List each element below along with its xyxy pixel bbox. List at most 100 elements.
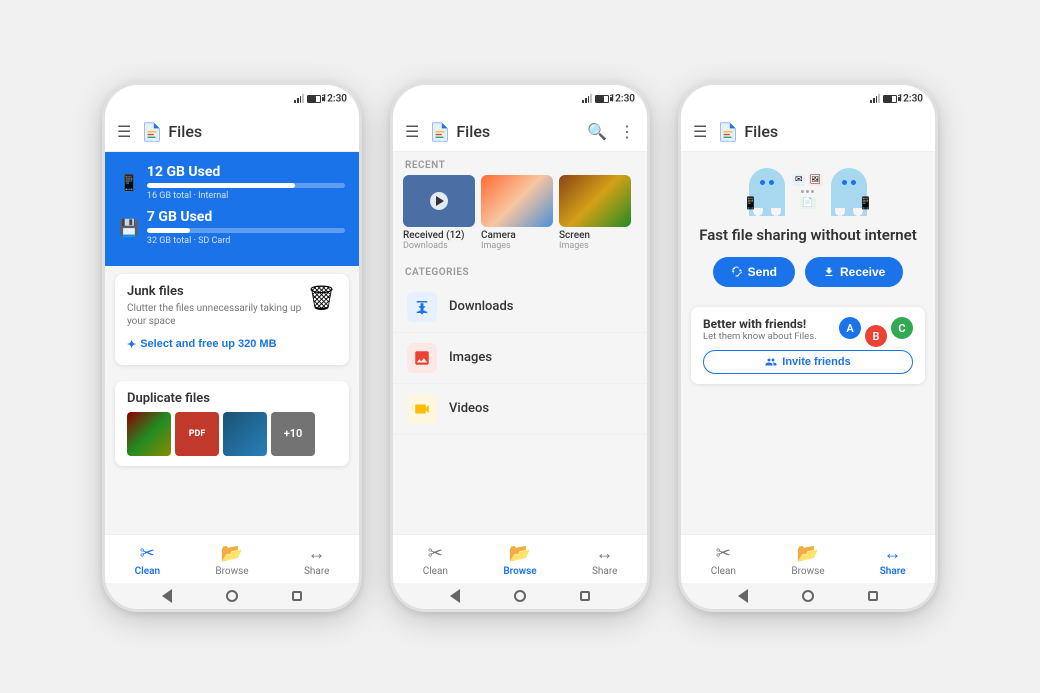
- time-1: 12:30: [321, 93, 347, 104]
- files-logo-1: [141, 121, 163, 143]
- recent-screen[interactable]: Screen Images: [559, 175, 631, 251]
- invite-label: Invite friends: [782, 356, 850, 368]
- floating-icons-2: 📄: [800, 197, 815, 209]
- share-title: Fast file sharing without internet: [699, 226, 917, 246]
- internal-progress-fill: [147, 183, 296, 188]
- back-button-3[interactable]: [738, 589, 748, 603]
- send-button[interactable]: Send: [713, 257, 795, 287]
- app-header-3: ☰ Files: [681, 113, 935, 152]
- battery-icon-2: [595, 95, 609, 103]
- phone-nav-1: [105, 583, 359, 609]
- share-icon-2: ↔: [596, 543, 614, 564]
- app-title-1: Files: [168, 122, 202, 141]
- back-button-1[interactable]: [162, 589, 172, 603]
- dup-thumb-2: PDF: [175, 412, 219, 456]
- internal-storage-row: 📱 12 GB Used 16 GB total · Internal: [119, 164, 345, 201]
- home-button-2[interactable]: [514, 590, 526, 602]
- nav-browse-3[interactable]: 📂 Browse: [766, 541, 851, 579]
- files-logo-2: [429, 121, 451, 143]
- downloads-label: Downloads: [449, 299, 513, 314]
- status-bar-3: 12:30: [681, 85, 935, 113]
- nav-share-3[interactable]: ↔ Share: [850, 541, 935, 579]
- signal-icon-3: [870, 95, 880, 103]
- search-icon-2[interactable]: 🔍: [587, 122, 607, 141]
- back-button-2[interactable]: [450, 589, 460, 603]
- ghost-eye-left-2: [769, 180, 774, 185]
- dot-3: [811, 190, 814, 193]
- connection-dots: [801, 190, 814, 193]
- hamburger-icon-1[interactable]: ☰: [117, 122, 131, 141]
- internal-progress-bar: [147, 183, 345, 188]
- internal-total-label: 16 GB total · Internal: [147, 191, 345, 201]
- dup-thumb-1: [127, 412, 171, 456]
- friends-text: Better with friends! Let them know about…: [703, 317, 817, 342]
- ghost-eye-left-1: [760, 180, 765, 185]
- phone-nav-3: [681, 583, 935, 609]
- avatar-3: C: [891, 317, 913, 339]
- sd-storage-info: 7 GB Used 32 GB total · SD Card: [147, 209, 345, 246]
- send-label: Send: [748, 265, 777, 279]
- friends-desc: Let them know about Files.: [703, 331, 817, 342]
- screen-sub: Images: [559, 241, 631, 251]
- sd-used-label: 7 GB Used: [147, 209, 345, 225]
- app-header-2: ☰ Files 🔍 ⋮: [393, 113, 647, 152]
- nav-browse-1[interactable]: 📂 Browse: [190, 541, 275, 579]
- play-icon: [436, 196, 444, 206]
- recents-button-2[interactable]: [580, 591, 590, 601]
- share-icon-3: ↔: [884, 543, 902, 564]
- left-ghost: 📱: [749, 168, 785, 216]
- internal-used-label: 12 GB Used: [147, 164, 345, 180]
- category-downloads[interactable]: Downloads: [393, 282, 647, 333]
- icon-doc: 📄: [800, 197, 815, 209]
- hamburger-icon-3[interactable]: ☰: [693, 122, 707, 141]
- hamburger-icon-2[interactable]: ☰: [405, 122, 419, 141]
- receive-icon: [823, 266, 835, 278]
- friends-header: Better with friends! Let them know about…: [703, 317, 913, 342]
- clean-label-1: Clean: [135, 566, 160, 577]
- recent-camera[interactable]: Camera Images: [481, 175, 553, 251]
- nav-browse-2[interactable]: 📂 Browse: [478, 541, 563, 579]
- sharing-illustration: 📱 ✉ 🖼: [749, 168, 867, 216]
- app-title-2: Files: [456, 122, 490, 141]
- nav-share-1[interactable]: ↔ Share: [274, 541, 359, 579]
- phone1-content: 📱 12 GB Used 16 GB total · Internal 💾 7 …: [105, 152, 359, 534]
- category-list: Downloads Images Videos: [393, 282, 647, 534]
- home-button-3[interactable]: [802, 590, 814, 602]
- battery-icon-3: [883, 95, 897, 103]
- category-images[interactable]: Images: [393, 333, 647, 384]
- duplicate-thumbnails: PDF +10: [127, 412, 337, 456]
- junk-card: Junk files Clutter the files unnecessari…: [115, 274, 349, 365]
- category-videos[interactable]: Videos: [393, 384, 647, 435]
- free-up-button[interactable]: ✦ Select and free up 320 MB: [127, 334, 277, 355]
- app-header-1: ☰ Files: [105, 113, 359, 152]
- duplicate-card: Duplicate files PDF +10: [115, 381, 349, 466]
- browse-label-2: Browse: [503, 566, 536, 577]
- clean-label-2: Clean: [423, 566, 448, 577]
- receive-button[interactable]: Receive: [805, 257, 903, 287]
- phone3-content: 📱 ✉ 🖼: [681, 152, 935, 534]
- recent-received[interactable]: Received (12) Downloads: [403, 175, 475, 251]
- dup-more-count: +10: [271, 412, 315, 456]
- share-label-2: Share: [592, 566, 617, 577]
- friends-title: Better with friends!: [703, 317, 817, 331]
- screen-thumb: [559, 175, 631, 227]
- browse-icon-2: 📂: [509, 543, 531, 564]
- nav-share-2[interactable]: ↔ Share: [562, 541, 647, 579]
- nav-clean-3[interactable]: ✂ Clean: [681, 541, 766, 579]
- share-hero: 📱 ✉ 🖼: [681, 152, 935, 308]
- recent-thumbnails: Received (12) Downloads Camera Images Sc…: [393, 175, 647, 259]
- recents-button-3[interactable]: [868, 591, 878, 601]
- bottom-nav-3: ✂ Clean 📂 Browse ↔ Share: [681, 534, 935, 583]
- junk-info: Junk files Clutter the files unnecessari…: [127, 284, 307, 355]
- status-icons-1: [294, 95, 321, 103]
- more-icon-2[interactable]: ⋮: [619, 122, 635, 141]
- nav-clean-2[interactable]: ✂ Clean: [393, 541, 478, 579]
- phone2-content: RECENT Received (12) Downloads Camera: [393, 152, 647, 534]
- invite-button[interactable]: Invite friends: [703, 350, 913, 374]
- nav-clean-1[interactable]: ✂ Clean: [105, 541, 190, 579]
- downloads-icon: [407, 292, 437, 322]
- send-icon: [731, 266, 743, 278]
- home-button-1[interactable]: [226, 590, 238, 602]
- recents-button-1[interactable]: [292, 591, 302, 601]
- ghost-eye-right-1: [842, 180, 847, 185]
